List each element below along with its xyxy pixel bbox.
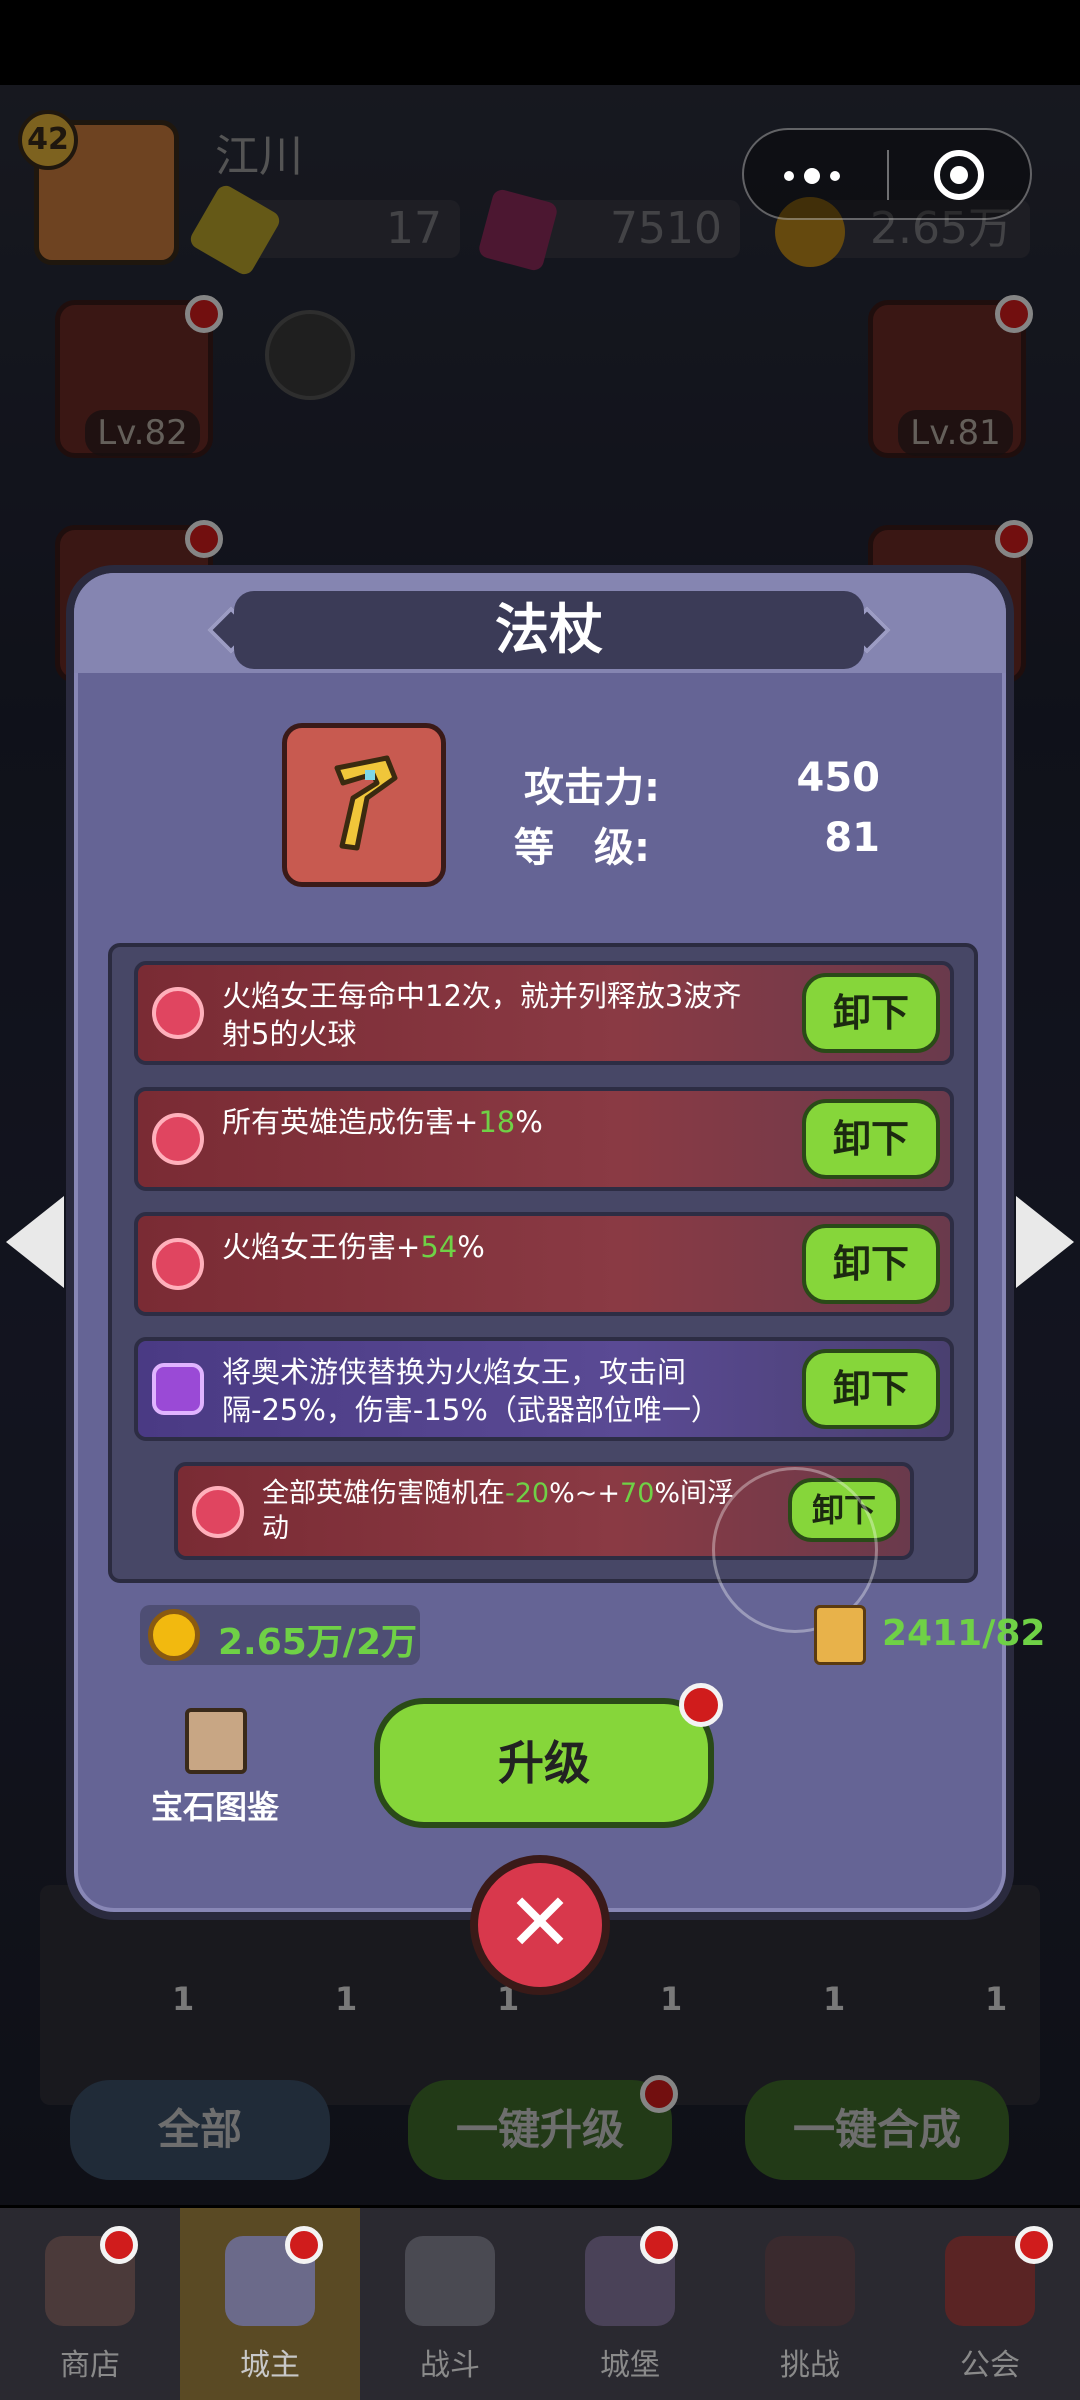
staff-scroll-icon	[814, 1605, 866, 1665]
unequip-button-4[interactable]: 卸下	[802, 1349, 940, 1429]
purple-gem-icon	[152, 1363, 204, 1415]
gem-slot-3-text: 火焰女王伤害+54%	[222, 1230, 485, 1264]
nav-castle-label: 城堡	[600, 2348, 660, 2383]
more-menu-icon[interactable]	[784, 168, 844, 184]
level-label: 等 级:	[514, 825, 650, 871]
nav-guild-label: 公会	[960, 2348, 1020, 2383]
battle-icon	[405, 2236, 495, 2326]
item-detail-modal: 法杖 攻击力: 450 等 级: 81 火焰女王每命中12次，就并列释放3波齐射…	[66, 565, 1045, 1920]
gem-slot-2-text: 所有英雄造成伤害+18%	[222, 1105, 543, 1139]
nav-shop-label: 商店	[60, 2348, 120, 2383]
unequip-button-3[interactable]: 卸下	[802, 1224, 940, 1304]
staff-icon	[334, 755, 398, 851]
red-gem-icon	[152, 1238, 204, 1290]
modal-title: 法杖	[234, 591, 864, 669]
gem-slot-1: 火焰女王每命中12次，就并列释放3波齐射5的火球 卸下	[134, 961, 954, 1065]
close-icon: ✕	[506, 1876, 574, 1969]
red-gem-icon	[152, 1113, 204, 1165]
upgrade-badge	[679, 1683, 723, 1727]
red-gem-icon	[152, 987, 204, 1039]
nav-lord-badge	[285, 2226, 323, 2264]
close-modal-button[interactable]: ✕	[470, 1855, 610, 1995]
unequip-button-1[interactable]: 卸下	[802, 973, 940, 1053]
gem-slot-3: 火焰女王伤害+54% 卸下	[134, 1212, 954, 1316]
nav-guild[interactable]: 公会	[900, 2208, 1080, 2400]
nav-shop-badge	[100, 2226, 138, 2264]
gem-slot-5-text: 全部英雄伤害随机在-20%~+70%间浮动	[262, 1478, 735, 1544]
gem-slot-4: 将奥术游侠替换为火焰女王，攻击间隔-25%，伤害-15%（武器部位唯一） 卸下	[134, 1337, 954, 1441]
level-value: 81	[824, 815, 880, 861]
staff-item-icon	[282, 723, 446, 887]
gold-cost-text: 2.65万/2万	[218, 1622, 418, 1663]
close-miniprogram-icon[interactable]	[934, 150, 984, 200]
nav-guild-badge	[1015, 2226, 1053, 2264]
book-icon	[185, 1708, 247, 1774]
scroll-cost: 2411/82	[814, 1605, 1045, 1665]
capsule-divider	[887, 150, 889, 200]
gem-slot-list: 火焰女王每命中12次，就并列释放3波齐射5的火球 卸下 所有英雄造成伤害+18%…	[108, 943, 978, 1633]
gem-slot-2: 所有英雄造成伤害+18% 卸下	[134, 1087, 954, 1191]
gem-codex-label: 宝石图鉴	[150, 1788, 279, 1826]
nav-lord-label: 城主	[240, 2348, 300, 2383]
attack-value: 450	[796, 755, 881, 801]
unequip-button-2[interactable]: 卸下	[802, 1099, 940, 1179]
gem-slot-1-text: 火焰女王每命中12次，就并列释放3波齐射5的火球	[222, 979, 742, 1051]
red-gem-icon	[192, 1486, 244, 1538]
next-item-arrow-icon[interactable]	[1016, 1196, 1074, 1288]
nav-challenge[interactable]: 挑战	[720, 2208, 900, 2400]
upgrade-button[interactable]: 升级	[374, 1698, 714, 1828]
nav-castle-badge	[640, 2226, 678, 2264]
nav-shop[interactable]: 商店	[0, 2208, 180, 2400]
nav-lord[interactable]: 城主	[180, 2208, 360, 2400]
gem-codex-button[interactable]: 宝石图鉴	[140, 1708, 290, 1828]
gem-slot-4-text: 将奥术游侠替换为火焰女王，攻击间隔-25%，伤害-15%（武器部位唯一）	[222, 1355, 720, 1427]
gold-cost: 2.65万/2万	[140, 1605, 420, 1665]
scroll-cost-text: 2411/82	[882, 1613, 1046, 1654]
challenge-icon	[765, 2236, 855, 2326]
nav-challenge-label: 挑战	[780, 2348, 840, 2383]
prev-item-arrow-icon[interactable]	[6, 1196, 64, 1288]
nav-battle[interactable]: 战斗	[360, 2208, 540, 2400]
attack-label: 攻击力:	[524, 765, 660, 811]
coin-icon	[148, 1609, 200, 1661]
nav-castle[interactable]: 城堡	[540, 2208, 720, 2400]
miniprogram-capsule	[742, 128, 1032, 220]
bottom-nav: 商店 城主 战斗 城堡 挑战 公会	[0, 2208, 1080, 2400]
nav-battle-label: 战斗	[420, 2348, 480, 2383]
